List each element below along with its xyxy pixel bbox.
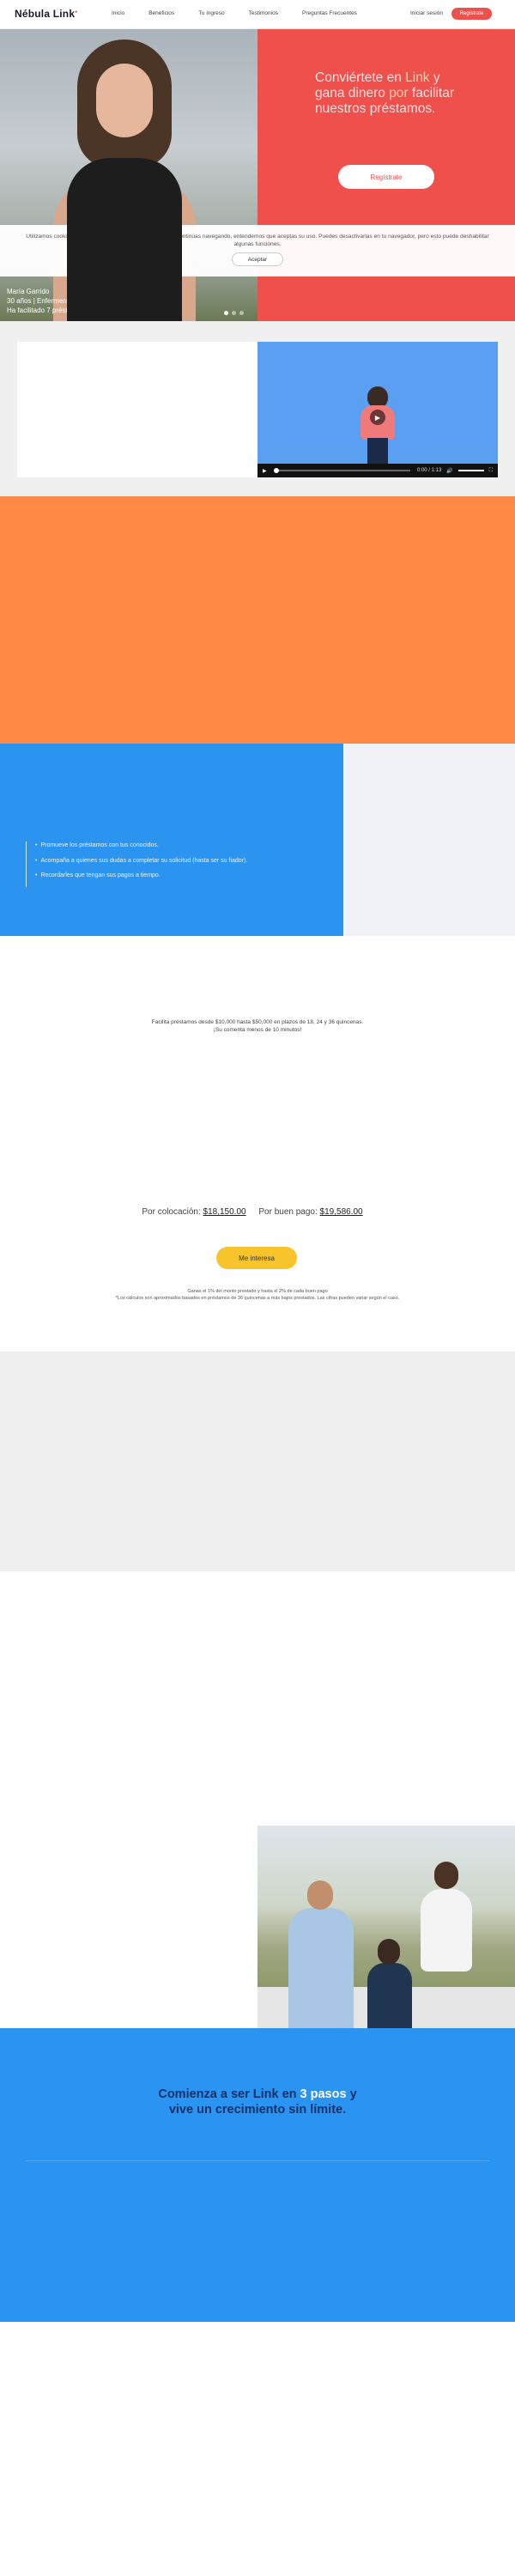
steps-section: Comienza a ser Link en 3 pasos y vive un… bbox=[0, 2028, 515, 2322]
benefit-item: Recordarles que tengan sus pagos a tiemp… bbox=[35, 872, 250, 880]
video-controls: ▶ 0:00 / 1:13 🔊 ⛶ bbox=[258, 464, 498, 477]
buen-pago-label: Por buen pago: bbox=[258, 1207, 318, 1217]
nav-link-testimonios[interactable]: Testimonios bbox=[249, 10, 278, 16]
steps-divider bbox=[26, 2160, 489, 2161]
photo-person-body bbox=[421, 1889, 472, 1971]
earnings-note: Facilita préstamos desde $10,000 hasta $… bbox=[0, 1018, 515, 1034]
hero-register-button[interactable]: Regístrate bbox=[338, 165, 434, 189]
brand-logo[interactable]: Nébula Link● bbox=[15, 8, 77, 20]
nav-link-tu-ingreso[interactable]: Tu ingreso bbox=[198, 10, 224, 16]
carousel-dot[interactable] bbox=[232, 311, 236, 315]
fullscreen-icon[interactable]: ⛶ bbox=[489, 468, 493, 474]
earnings-values: Por colocación: $18,150.00 Por buen pago… bbox=[0, 1207, 515, 1217]
steps-title: Comienza a ser Link en 3 pasos y vive un… bbox=[158, 2087, 357, 2117]
fine-print-line: *Los cálculos son aproximados basados en… bbox=[115, 1296, 400, 1301]
login-link[interactable]: Iniciar sesión bbox=[410, 10, 443, 16]
hero-panel: Conviértete en Link y gana dinero por fa… bbox=[258, 29, 515, 321]
team-photo bbox=[258, 1826, 515, 2028]
progress-handle[interactable] bbox=[273, 468, 279, 473]
nav-links: Inicio Beneficios Tu ingreso Testimonios… bbox=[112, 10, 381, 16]
top-navbar: Nébula Link● Inicio Beneficios Tu ingres… bbox=[0, 0, 515, 29]
fine-print: Ganas el 1% del monto prestado y hasta e… bbox=[0, 1288, 515, 1302]
video-section: ▶ ▶ 0:00 / 1:13 🔊 ⛶ bbox=[0, 321, 515, 496]
benefit-item: Acompaña a quienes sus dudas a completar… bbox=[35, 857, 250, 866]
photo-person-body bbox=[288, 1908, 354, 2028]
benefits-list: Promueve los préstamos con tus conocidos… bbox=[26, 841, 250, 887]
photo-person-head bbox=[307, 1880, 333, 1910]
benefit-item: Promueve los préstamos con tus conocidos… bbox=[35, 841, 250, 850]
earnings-section: Facilita préstamos desde $10,000 hasta $… bbox=[0, 936, 515, 1352]
nav-link-beneficios[interactable]: Beneficios bbox=[148, 10, 174, 16]
carousel-dots bbox=[224, 311, 247, 315]
benefits-section: Promueve los préstamos con tus conocidos… bbox=[0, 744, 515, 936]
carousel-dot[interactable] bbox=[224, 311, 228, 315]
photo-figure-face bbox=[96, 64, 153, 137]
register-button[interactable]: Regístrate bbox=[451, 8, 492, 20]
colocacion-value: $18,150.00 bbox=[203, 1207, 246, 1217]
cookie-accept-button[interactable]: Aceptar bbox=[232, 252, 283, 266]
video-player[interactable]: ▶ ▶ 0:00 / 1:13 🔊 ⛶ bbox=[258, 342, 498, 477]
video-illustration-legs bbox=[367, 438, 388, 465]
hero-section: María Garrido 30 años | Enfermera Ha fac… bbox=[0, 29, 515, 321]
volume-slider[interactable] bbox=[457, 470, 484, 471]
hero-title: Conviértete en Link y gana dinero por fa… bbox=[315, 70, 454, 116]
photo-person-head bbox=[434, 1862, 458, 1889]
play-control-icon[interactable]: ▶ bbox=[263, 468, 267, 474]
benefits-panel: Promueve los préstamos con tus conocidos… bbox=[0, 744, 343, 936]
photo-figure-body bbox=[67, 158, 182, 321]
earnings-note-line: ¡Su comenta menos de 10 minutos! bbox=[213, 1027, 302, 1033]
photo-person-body bbox=[367, 1963, 412, 2028]
colocacion-label: Por colocación: bbox=[142, 1207, 201, 1217]
interest-button[interactable]: Me interesa bbox=[216, 1247, 297, 1269]
play-icon[interactable]: ▶ bbox=[370, 410, 385, 425]
buen-pago-value: $19,586.00 bbox=[319, 1207, 363, 1217]
orange-section bbox=[0, 496, 515, 744]
nav-link-inicio[interactable]: Inicio bbox=[112, 10, 124, 16]
hero-testimonial-photo: María Garrido 30 años | Enfermera Ha fac… bbox=[0, 29, 258, 321]
gray-section bbox=[0, 1352, 515, 1571]
video-text-panel bbox=[17, 342, 258, 477]
nav-link-faq[interactable]: Preguntas Frecuentes bbox=[302, 10, 357, 16]
earnings-note-line: Facilita préstamos desde $10,000 hasta $… bbox=[151, 1019, 364, 1025]
photo-person-head bbox=[378, 1939, 400, 1965]
video-time: 0:00 / 1:13 bbox=[416, 468, 442, 473]
fine-print-line: Ganas el 1% del monto prestado y hasta e… bbox=[187, 1289, 328, 1294]
video-progress-bar[interactable] bbox=[273, 468, 410, 473]
volume-icon[interactable]: 🔊 bbox=[446, 468, 452, 474]
carousel-dot[interactable] bbox=[239, 311, 244, 315]
